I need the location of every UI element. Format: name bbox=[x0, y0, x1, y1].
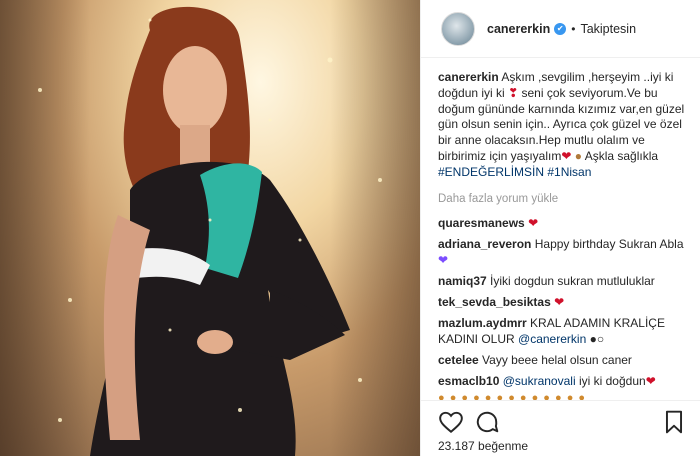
comment-item: namiq37 İyiki dogdun sukran mutluluklar bbox=[438, 273, 696, 289]
comment-username[interactable]: tek_sevda_besiktas bbox=[438, 295, 551, 309]
comment-username[interactable]: namiq37 bbox=[438, 274, 487, 288]
black-circle-emoji-icon: ●○ bbox=[589, 331, 605, 346]
photo-figure bbox=[38, 6, 382, 456]
avatar[interactable] bbox=[441, 11, 475, 46]
purple-heart-emoji-icon: ❤ bbox=[438, 252, 449, 267]
header-separator: • bbox=[571, 21, 576, 36]
comment-text: Vayy beee helal olsun caner bbox=[482, 352, 632, 367]
comment-text: iyi ki doğdun bbox=[578, 373, 646, 388]
mention-link[interactable]: @canererkin bbox=[518, 332, 586, 346]
heart-emoji-icon: ❤ bbox=[561, 148, 572, 163]
post-header: canererkin ✔ • Takiptesin bbox=[421, 0, 700, 58]
post-actions: 23.187 beğenme bbox=[421, 400, 700, 456]
hashtag-link[interactable]: #ENDEĞERLİMSİN bbox=[438, 165, 544, 179]
mention-link[interactable]: @sukranovali bbox=[503, 374, 576, 388]
post-side-panel: canererkin ✔ • Takiptesin canererkin Aşk… bbox=[420, 0, 700, 456]
comment-username[interactable]: cetelee bbox=[438, 353, 479, 367]
verified-badge-icon: ✔ bbox=[554, 22, 567, 35]
comment-item: cetelee Vayy beee helal olsun caner bbox=[438, 352, 696, 368]
comment-text: İyiki dogdun sukran mutluluklar bbox=[490, 273, 655, 288]
heart-outline-icon[interactable] bbox=[438, 409, 464, 435]
post-caption: canererkin Aşkım ,sevgilim ,herşeyim ..i… bbox=[438, 70, 696, 181]
caption-username[interactable]: canererkin bbox=[438, 70, 499, 84]
caption-text-3: Aşkla sağlıkla bbox=[584, 148, 659, 163]
heart-emoji-icon: ❤ bbox=[554, 294, 565, 309]
speech-bubble-icon[interactable] bbox=[474, 409, 500, 435]
comment-username[interactable]: mazlum.aydmrr bbox=[438, 316, 527, 330]
cake-emoji-icon: ● bbox=[574, 148, 583, 163]
header-username[interactable]: canererkin bbox=[487, 22, 550, 36]
comment-item: mazlum.aydmrr KRAL ADAMIN KRALİÇE KADINI… bbox=[438, 315, 696, 347]
comments-section: canererkin Aşkım ,sevgilim ,herşeyim ..i… bbox=[438, 70, 696, 402]
comment-item: esmaclb10 @sukranovali iyi ki doğdun❤ bbox=[438, 373, 696, 389]
bookmark-icon[interactable] bbox=[661, 409, 687, 435]
comment-text: Happy birthday Sukran Abla bbox=[534, 236, 684, 251]
comment-username[interactable]: quaresmanews bbox=[438, 216, 525, 230]
heart-emoji-icon: ❣ bbox=[508, 85, 519, 100]
hashtag-link[interactable]: #1Nisan bbox=[547, 165, 591, 179]
follow-status-button[interactable]: Takiptesin bbox=[580, 22, 636, 36]
comment-item: adriana_reveron Happy birthday Sukran Ab… bbox=[438, 236, 696, 268]
comment-username[interactable]: adriana_reveron bbox=[438, 237, 531, 251]
load-more-comments-button[interactable]: Daha fazla yorum yükle bbox=[438, 193, 696, 205]
heart-emoji-icon: ❤ bbox=[645, 373, 656, 388]
comment-username[interactable]: esmaclb10 bbox=[438, 374, 499, 388]
comment-item: quaresmanews ❤ bbox=[438, 215, 696, 231]
likes-count[interactable]: 23.187 beğenme bbox=[438, 439, 528, 453]
comment-item: tek_sevda_besiktas ❤ bbox=[438, 294, 696, 310]
heart-emoji-icon: ❤ bbox=[528, 215, 539, 230]
post-photo[interactable] bbox=[0, 0, 420, 456]
